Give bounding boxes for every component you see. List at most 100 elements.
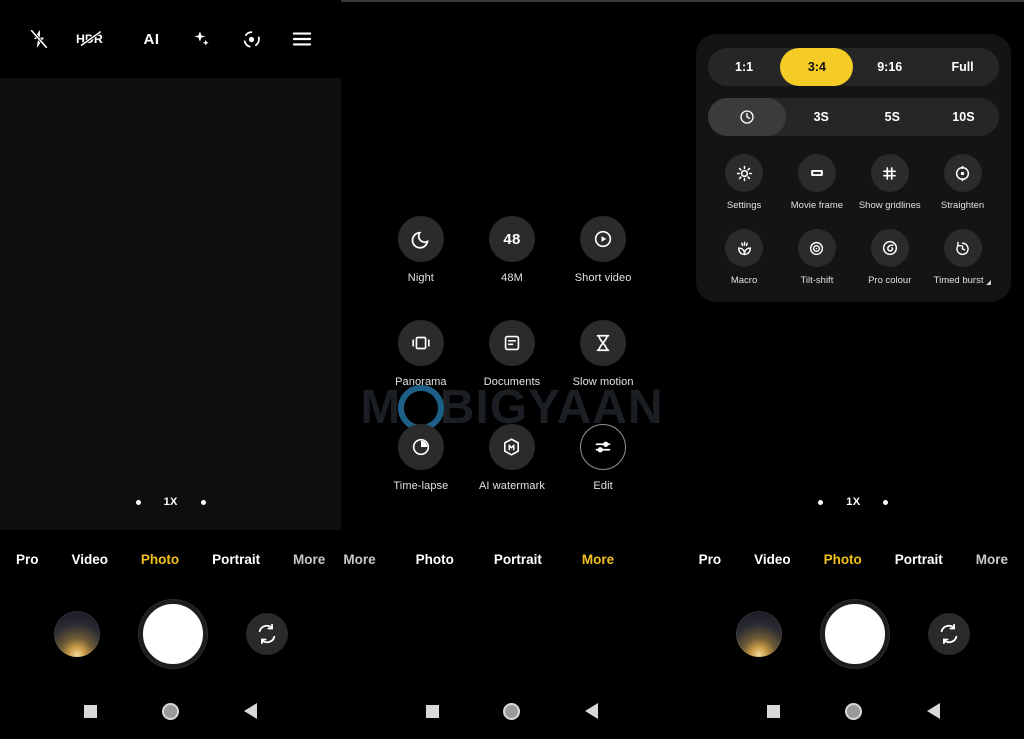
settings-tool-label: Movie frame [790, 200, 844, 211]
nav-recents-icon[interactable] [767, 704, 781, 718]
timed-burst-icon [943, 229, 982, 267]
mode-video[interactable]: Video [71, 552, 108, 567]
screen-divider [682, 0, 1024, 2]
menu-icon[interactable] [289, 26, 315, 52]
timer-off-icon [738, 108, 756, 126]
more-mode-short-video[interactable]: Short video [558, 216, 649, 284]
nav-back-icon[interactable] [585, 703, 599, 719]
mode-photo[interactable]: Photo [416, 552, 454, 567]
mode-portrait[interactable]: Portrait [212, 552, 260, 567]
camera-preview-area[interactable]: 1X [0, 78, 342, 530]
mode-more[interactable]: More [976, 552, 1008, 567]
gallery-thumbnail[interactable] [736, 611, 783, 657]
more-mode-label: Edit [593, 480, 613, 492]
mode-photo[interactable]: Photo [141, 552, 179, 567]
nav-back-icon[interactable] [243, 703, 257, 719]
mode-pro[interactable]: Pro [16, 552, 39, 567]
timer-selector: 3S 5S 10S [707, 98, 999, 136]
zoom-level-label[interactable]: 1X [164, 496, 178, 508]
nav-home-icon[interactable] [503, 702, 521, 720]
settings-tool-label: Pro colour [868, 275, 912, 286]
nav-home-icon[interactable] [162, 702, 180, 720]
gallery-thumbnail[interactable] [53, 611, 100, 657]
aspect-ratio-selector: 1:1 3:4 9:16 Full [707, 48, 999, 86]
zoom-dot-right[interactable] [200, 499, 206, 505]
timer-3s-option[interactable]: 3S [786, 98, 857, 136]
play-circle-icon [580, 216, 627, 262]
flash-off-icon[interactable] [26, 26, 52, 52]
sliders-icon [580, 424, 627, 470]
movie-frame-icon [797, 154, 836, 192]
settings-tools-grid: Settings Movie frame Show gridlines Stra… [708, 154, 999, 286]
mode-video[interactable]: Video [754, 552, 791, 567]
settings-tool-macro[interactable]: Macro [708, 229, 781, 286]
settings-tool-label: Timed burst [934, 275, 992, 286]
settings-tool-tilt-shift[interactable]: Tilt-shift [780, 229, 853, 286]
aspect-ratio-1-1[interactable]: 1:1 [708, 48, 781, 86]
screen-divider [341, 0, 683, 2]
settings-tool-label: Tilt-shift [800, 275, 834, 286]
panorama-icon [397, 320, 444, 366]
settings-tool-straighten[interactable]: Straighten [926, 154, 999, 211]
more-mode-time-lapse[interactable]: Time-lapse [375, 424, 466, 492]
ai-icon-label: AI [143, 30, 160, 48]
ai-icon[interactable]: AI [139, 26, 165, 52]
more-mode-label: Slow motion [572, 376, 634, 388]
mode-strip: Pro Video Photo Portrait More [683, 530, 1024, 588]
more-mode-documents[interactable]: Documents [466, 320, 557, 388]
nav-home-icon[interactable] [844, 702, 862, 720]
more-modes-grid: Night 48 48M Short video Panorama Docume… [341, 216, 682, 492]
mode-more[interactable]: More [582, 552, 614, 567]
ai-watermark-icon [488, 424, 535, 470]
tilt-shift-icon [797, 229, 836, 267]
settings-tool-show-gridlines[interactable]: Show gridlines [853, 154, 926, 211]
shutter-button[interactable] [821, 600, 890, 668]
panel-camera-settings: 1X 1:1 3:4 9:16 Full 3S 5S 10S Settings … [682, 0, 1024, 739]
mode-more-overflow[interactable]: More [343, 552, 375, 567]
aspect-ratio-full[interactable]: Full [926, 48, 999, 86]
timer-5s-option[interactable]: 5S [857, 98, 928, 136]
zoom-control[interactable]: 1X [683, 496, 1024, 508]
settings-tool-pro-colour[interactable]: Pro colour [853, 229, 926, 286]
nav-recents-icon[interactable] [425, 704, 439, 718]
more-mode-label: Night [407, 272, 434, 284]
settings-tool-movie-frame[interactable]: Movie frame [780, 154, 853, 211]
mode-pro[interactable]: Pro [699, 552, 722, 567]
aspect-ratio-9-16[interactable]: 9:16 [853, 48, 926, 86]
timer-10s-option[interactable]: 10S [928, 98, 999, 136]
megapixel-icon: 48 [488, 216, 535, 262]
magic-sparkle-icon[interactable] [189, 26, 215, 52]
grid-icon [870, 154, 909, 192]
mode-photo[interactable]: Photo [824, 552, 862, 567]
more-mode-slow-motion[interactable]: Slow motion [558, 320, 649, 388]
more-mode-ai-watermark[interactable]: AI watermark [466, 424, 557, 492]
settings-tool-settings[interactable]: Settings [708, 154, 781, 211]
zoom-level-label[interactable]: 1X [846, 496, 860, 508]
zoom-dot-left[interactable] [135, 499, 141, 505]
zoom-control[interactable]: 1X [0, 496, 341, 508]
aspect-ratio-3-4[interactable]: 3:4 [780, 48, 854, 86]
timer-off-option[interactable] [707, 98, 786, 136]
mode-strip: More Photo Portrait More [341, 530, 682, 588]
mode-more[interactable]: More [293, 552, 325, 567]
zoom-dot-right[interactable] [883, 499, 889, 505]
camera-flip-button[interactable] [245, 613, 288, 655]
camera-flip-button[interactable] [928, 613, 971, 655]
settings-tool-timed-burst[interactable]: Timed burst [926, 229, 999, 286]
mode-portrait[interactable]: Portrait [895, 552, 943, 567]
straighten-icon [943, 154, 982, 192]
more-mode-edit[interactable]: Edit [558, 424, 649, 492]
zoom-dot-left[interactable] [818, 499, 824, 505]
hdr-off-icon[interactable]: HDR [76, 26, 114, 52]
nav-back-icon[interactable] [926, 703, 940, 719]
panel-more-modes: MOBIGYAAN Night 48 48M [341, 0, 683, 739]
mode-portrait[interactable]: Portrait [494, 552, 542, 567]
more-mode-night[interactable]: Night [375, 216, 466, 284]
nav-recents-icon[interactable] [84, 704, 98, 718]
google-lens-icon[interactable] [239, 26, 265, 52]
shutter-button[interactable] [138, 600, 207, 668]
gear-icon [725, 154, 764, 192]
more-mode-panorama[interactable]: Panorama [375, 320, 466, 388]
android-navbar [341, 683, 682, 739]
more-mode-48m[interactable]: 48 48M [466, 216, 557, 284]
